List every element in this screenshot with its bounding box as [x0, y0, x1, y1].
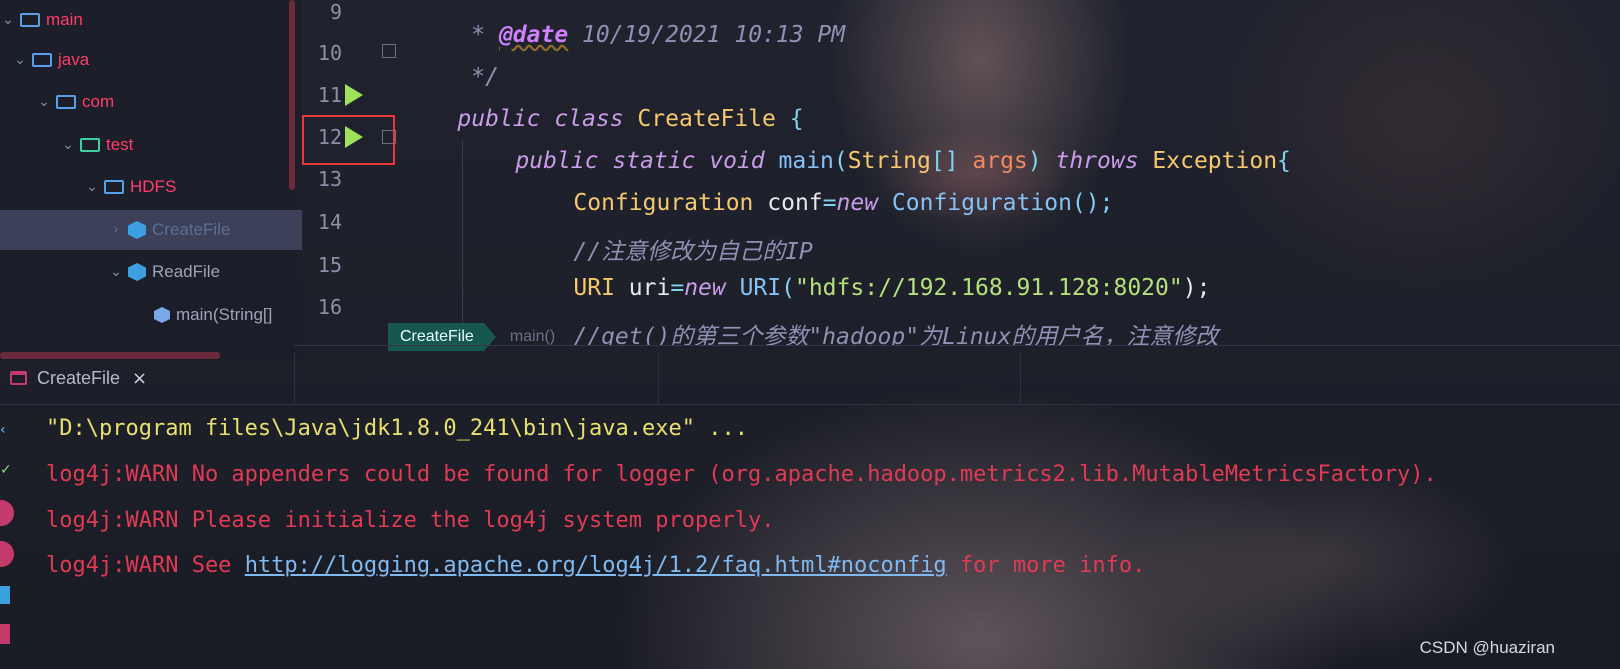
folder-icon — [104, 180, 124, 194]
tree-item-com[interactable]: ⌄ com — [0, 82, 302, 122]
console-link[interactable]: http://logging.apache.org/log4j/1.2/faq.… — [245, 553, 947, 578]
chevron-up-icon[interactable]: ‹ — [0, 422, 16, 438]
tree-item-label: test — [106, 135, 134, 154]
tree-item-main[interactable]: ⌄ main — [0, 0, 302, 40]
tab-createfile[interactable]: CreateFile × — [0, 352, 157, 404]
line-number: 13 — [317, 167, 342, 191]
breadcrumb-class[interactable]: CreateFile — [388, 323, 484, 351]
chevron-down-icon[interactable]: ⌄ — [12, 52, 28, 68]
tree-item-readfile[interactable]: ⌄ ReadFile — [0, 252, 302, 292]
divider — [294, 352, 295, 404]
class-icon — [128, 263, 146, 281]
tree-vertical-scrollbar[interactable] — [289, 0, 295, 190]
tree-item-label: java — [58, 50, 90, 69]
chevron-down-icon[interactable]: ⌄ — [36, 94, 52, 110]
tree-item-label: ReadFile — [152, 262, 221, 281]
line-number: 16 — [317, 295, 342, 319]
tree-item-label: main — [46, 10, 83, 29]
chevron-down-icon[interactable]: ⌄ — [60, 137, 76, 153]
class-icon — [128, 221, 146, 239]
console-line: log4j:WARN Please initialize the log4j s… — [46, 508, 775, 533]
tree-item-label: HDFS — [130, 177, 177, 196]
folder-icon — [20, 13, 40, 27]
divider — [658, 352, 659, 404]
check-icon[interactable]: ✓ — [0, 462, 16, 478]
console-line: log4j:WARN See http://logging.apache.org… — [46, 553, 1145, 578]
console-line: "D:\program files\Java\jdk1.8.0_241\bin\… — [46, 416, 748, 441]
chevron-down-icon[interactable]: ⌄ — [108, 264, 124, 280]
run-tab-bar: CreateFile × — [0, 352, 1620, 405]
close-icon[interactable]: × — [132, 368, 147, 389]
tree-item-createfile[interactable]: › CreateFile — [0, 210, 302, 250]
folder-icon — [56, 95, 76, 109]
chevron-down-icon[interactable]: ⌄ — [84, 179, 100, 195]
watermark: CSDN @huaziran — [1419, 638, 1555, 657]
package-icon — [80, 138, 100, 152]
print-icon[interactable] — [0, 586, 10, 604]
line-number: 14 — [317, 210, 342, 234]
code-editor[interactable]: 9 10 11 12 13 14 15 16 * @date 10/19/202… — [302, 0, 1620, 345]
highlight-annotation-box — [302, 115, 395, 165]
console-text: log4j:WARN See — [46, 553, 245, 578]
tree-item-label: main(String[] — [176, 305, 273, 324]
chevron-right-icon[interactable]: › — [108, 222, 124, 238]
tree-item-hdfs[interactable]: ⌄ HDFS — [0, 167, 302, 207]
project-tree: ⌄ main ⌄ java ⌄ com ⌄ test ⌄ HDFS › Crea… — [0, 0, 302, 362]
line-number: 9 — [329, 0, 342, 24]
folder-icon — [32, 53, 52, 67]
tab-label: CreateFile — [37, 367, 121, 388]
tree-item-label: com — [82, 92, 115, 111]
tree-item-java[interactable]: ⌄ java — [0, 40, 302, 80]
breadcrumb: CreateFile main() — [388, 323, 555, 351]
console-text: for more info. — [946, 553, 1146, 578]
console-line: log4j:WARN No appenders could be found f… — [46, 462, 1437, 487]
trash-icon[interactable] — [0, 624, 10, 644]
breadcrumb-method[interactable]: main() — [510, 328, 555, 346]
breadcrumb-arrow-icon — [483, 323, 496, 351]
editor-divider — [294, 345, 1620, 346]
tree-item-label: CreateFile — [152, 220, 231, 239]
divider — [1020, 352, 1021, 404]
line-number: 11 — [317, 83, 342, 107]
code-line-16: //get()的第三个参数"hadoop"为Linux的用户名，注意修改 — [573, 324, 1219, 345]
fold-icon[interactable] — [382, 44, 396, 58]
method-icon — [154, 307, 170, 323]
window-icon — [10, 371, 27, 385]
tree-item-test[interactable]: ⌄ test — [0, 125, 302, 165]
run-class-icon[interactable] — [345, 84, 363, 106]
line-number: 10 — [317, 41, 342, 65]
tree-item-main-method[interactable]: main(String[] — [0, 295, 302, 335]
chevron-down-icon[interactable]: ⌄ — [0, 12, 16, 28]
line-number: 15 — [317, 253, 342, 277]
